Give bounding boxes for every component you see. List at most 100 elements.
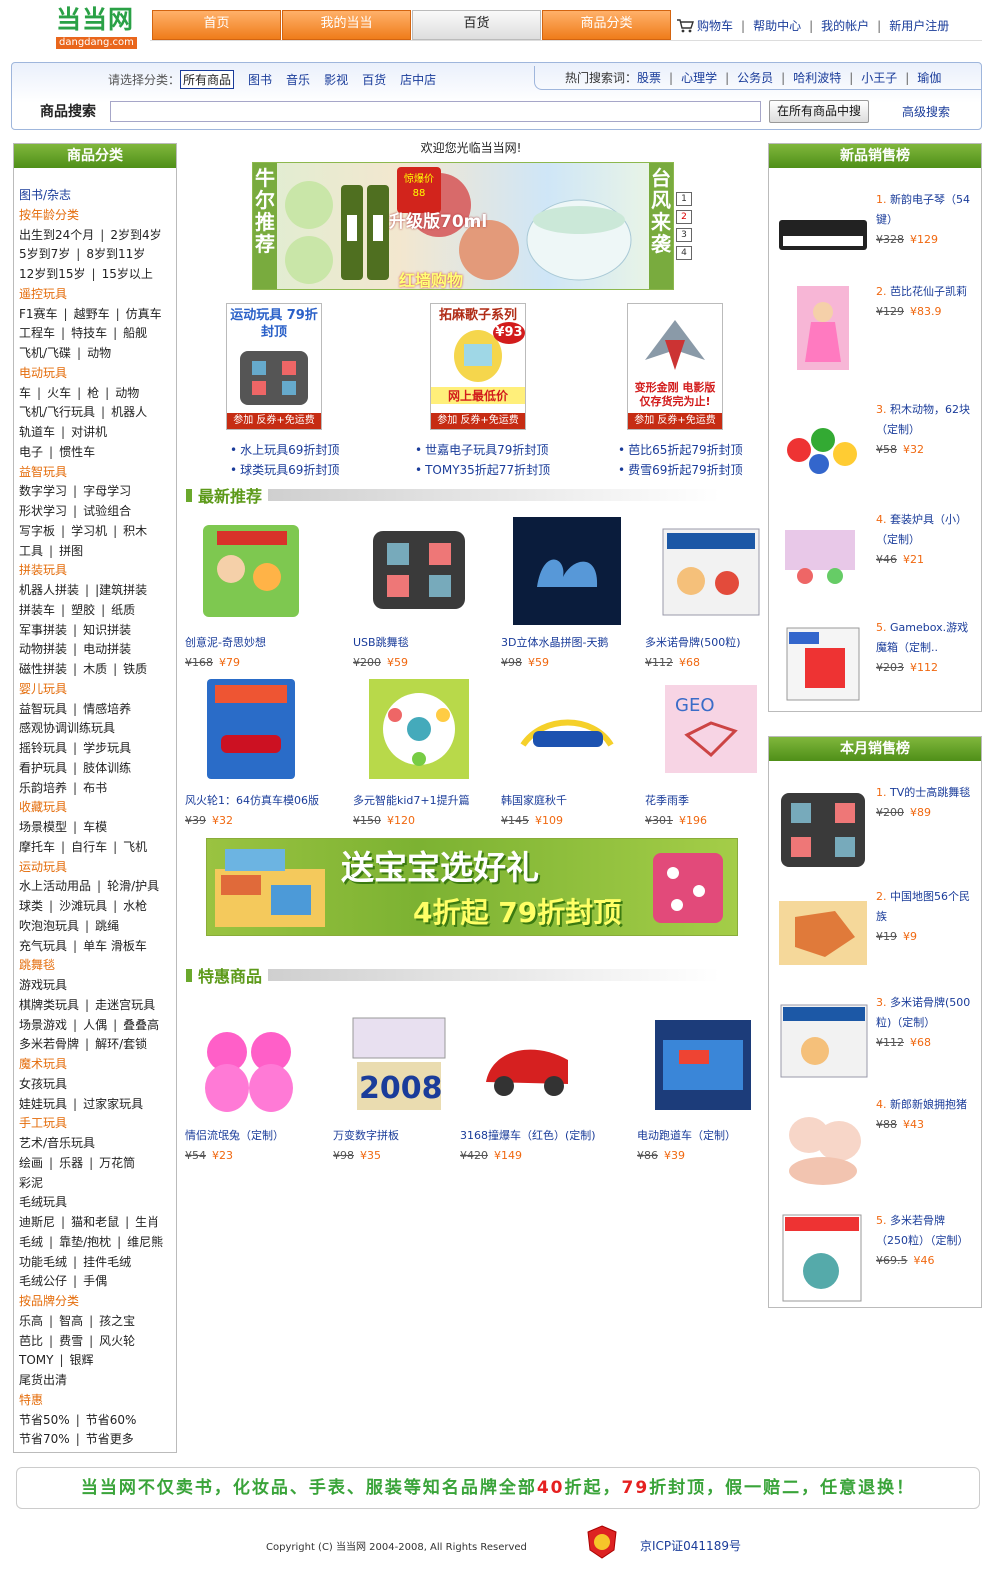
main-banner[interactable]: 牛尔推荐 惊爆价 88 升级版70ml 红墙购物 台风来袭 bbox=[252, 162, 674, 290]
category-link[interactable]: 动物 bbox=[115, 386, 139, 400]
product-image[interactable] bbox=[197, 675, 305, 783]
category-link[interactable]: 学习机 bbox=[71, 524, 107, 538]
promo-link[interactable]: 球类玩具69折封顶 bbox=[230, 460, 339, 480]
category-link[interactable]: 12岁到15岁 bbox=[19, 267, 86, 281]
product-image[interactable]: 2008 bbox=[345, 1010, 453, 1118]
product-name[interactable]: 创意泥-奇思妙想 bbox=[185, 634, 325, 650]
category-link[interactable]: 15岁以上 bbox=[102, 267, 153, 281]
product-image[interactable] bbox=[649, 1010, 757, 1118]
product-card[interactable]: 情侣流氓兔（定制） ¥54 ¥23 bbox=[185, 1010, 325, 1162]
product-name[interactable]: 情侣流氓兔（定制） bbox=[185, 1127, 325, 1143]
banner-page-1[interactable]: 1 bbox=[676, 192, 692, 206]
category-link[interactable]: 节省50% bbox=[19, 1413, 70, 1427]
category-link[interactable]: 铁质 bbox=[123, 662, 147, 676]
product-image[interactable] bbox=[472, 1010, 580, 1118]
category-link[interactable]: 纸质 bbox=[111, 603, 135, 617]
category-link[interactable]: 5岁到7岁 bbox=[19, 247, 70, 261]
category-link[interactable]: 布书 bbox=[83, 781, 107, 795]
category-link[interactable]: 情感培养 bbox=[83, 702, 131, 716]
product-card[interactable]: 电动跑道车（定制） ¥86 ¥39 bbox=[637, 1010, 777, 1162]
category-link[interactable]: TOMY bbox=[19, 1353, 53, 1367]
category-link[interactable]: 2岁到4岁 bbox=[110, 228, 161, 242]
category-link[interactable]: 写字板 bbox=[19, 524, 55, 538]
police-badge-icon[interactable] bbox=[584, 1524, 620, 1560]
ranking-product-name[interactable]: 积木动物，62块（定制） bbox=[876, 403, 970, 436]
category-link[interactable]: 试验组合 bbox=[83, 504, 131, 518]
category-link[interactable]: 多米若骨牌 bbox=[19, 1037, 79, 1051]
category-link[interactable]: 游戏玩具 bbox=[19, 978, 67, 992]
dangdang-logo[interactable]: 当当网 dangdang.com bbox=[56, 6, 146, 49]
category-shops[interactable]: 店中店 bbox=[400, 71, 436, 88]
ranking-product-name[interactable]: 芭比花仙子凯莉 bbox=[890, 285, 967, 298]
promo-link[interactable]: TOMY35折起77折封顶 bbox=[415, 460, 550, 480]
tab-home[interactable]: 首页 bbox=[152, 10, 281, 40]
category-link[interactable]: 火车 bbox=[47, 386, 71, 400]
category-link[interactable]: 吹泡泡玩具 bbox=[19, 919, 79, 933]
ranking-product-name[interactable]: 多米若骨牌（250粒）（定制） bbox=[876, 1214, 969, 1247]
ranking-product-name[interactable]: 新郎新娘拥抱猪 bbox=[890, 1098, 967, 1111]
category-link[interactable]: 飞机/飞行玩具 bbox=[19, 405, 95, 419]
category-link[interactable]: 水枪 bbox=[123, 899, 147, 913]
product-image[interactable] bbox=[365, 675, 473, 783]
ranking-product-image[interactable] bbox=[775, 887, 871, 979]
category-link[interactable]: 磁性拼装 bbox=[19, 662, 67, 676]
category-heading-link[interactable]: 电动玩具 bbox=[19, 366, 67, 380]
hot-word[interactable]: 瑜伽 bbox=[917, 69, 941, 86]
category-link[interactable]: 知识拼装 bbox=[83, 623, 131, 637]
category-link[interactable]: 益智玩具 bbox=[19, 702, 67, 716]
category-link[interactable]: 肢体训练 bbox=[83, 761, 131, 775]
category-link[interactable]: 感观协调训练玩具 bbox=[19, 721, 115, 735]
ranking-product-image[interactable] bbox=[775, 510, 871, 602]
category-link[interactable]: 越野车 bbox=[74, 307, 110, 321]
category-link[interactable]: 乐韵培养 bbox=[19, 781, 67, 795]
ranking-product-name[interactable]: 多米诺骨牌(500粒)（定制） bbox=[876, 996, 970, 1029]
category-link[interactable]: 节省更多 bbox=[86, 1432, 134, 1446]
category-books[interactable]: 图书 bbox=[248, 71, 272, 88]
category-link[interactable]: 艺术/音乐玩具 bbox=[19, 1136, 95, 1150]
hot-word[interactable]: 小王子 bbox=[861, 69, 897, 86]
product-card[interactable]: 多元智能kid7+1提升篇 ¥150 ¥120 bbox=[353, 675, 493, 827]
category-all[interactable]: 所有商品 bbox=[180, 70, 235, 89]
ranking-product-image[interactable] bbox=[775, 618, 871, 710]
hot-word[interactable]: 心理学 bbox=[681, 69, 717, 86]
product-name[interactable]: 风火轮1：64仿真车模06版 bbox=[185, 792, 325, 808]
category-link[interactable]: 电动拼装 bbox=[83, 642, 131, 656]
category-link[interactable]: 木质 bbox=[83, 662, 107, 676]
category-link[interactable]: 银辉 bbox=[70, 1353, 94, 1367]
category-link[interactable]: 惯性车 bbox=[59, 445, 95, 459]
category-link[interactable]: 娃娃玩具 bbox=[19, 1097, 67, 1111]
category-link[interactable]: 场景模型 bbox=[19, 820, 67, 834]
ranking-product-name[interactable]: Gamebox.游戏魔箱（定制.. bbox=[876, 621, 968, 654]
promo-tamagotchi[interactable]: 拓麻歌子系列 ¥93 网上最低价 参加 反券+免运费 bbox=[430, 303, 526, 430]
category-link[interactable]: 机器人 bbox=[111, 405, 147, 419]
category-link[interactable]: 芭比 bbox=[19, 1334, 43, 1348]
category-heading-link[interactable]: 按年龄分类 bbox=[19, 208, 79, 222]
search-input[interactable] bbox=[110, 101, 761, 122]
promo-link[interactable]: 世嘉电子玩具79折封顶 bbox=[415, 440, 550, 460]
hot-word[interactable]: 哈利波特 bbox=[793, 69, 841, 86]
category-link[interactable]: 学步玩具 bbox=[83, 741, 131, 755]
product-name[interactable]: 花季雨季 bbox=[645, 792, 785, 808]
category-heading-link[interactable]: 遥控玩具 bbox=[19, 287, 67, 301]
category-link[interactable]: 万花筒 bbox=[99, 1156, 135, 1170]
product-name[interactable]: 多米诺骨牌(500粒) bbox=[645, 634, 785, 650]
category-music[interactable]: 音乐 bbox=[286, 71, 310, 88]
category-link[interactable]: 单车 滑板车 bbox=[83, 939, 147, 953]
help-link[interactable]: 帮助中心 bbox=[753, 17, 801, 34]
account-link[interactable]: 我的帐户 bbox=[821, 17, 869, 34]
category-link[interactable]: 节省70% bbox=[19, 1432, 70, 1446]
category-link[interactable]: 毛绒 bbox=[19, 1235, 43, 1249]
category-link[interactable]: 塑胶 bbox=[71, 603, 95, 617]
category-link[interactable]: 彩泥 bbox=[19, 1176, 43, 1190]
category-video[interactable]: 影视 bbox=[324, 71, 348, 88]
category-link[interactable]: 动物拼装 bbox=[19, 642, 67, 656]
category-link[interactable]: 图书/杂志 bbox=[19, 188, 71, 202]
product-name[interactable]: 3D立体水晶拼图-天鹅 bbox=[501, 634, 641, 650]
category-link[interactable]: 费雪 bbox=[59, 1334, 83, 1348]
category-link[interactable]: 飞机/飞碟 bbox=[19, 346, 71, 360]
category-link[interactable]: 拼装车 bbox=[19, 603, 55, 617]
product-image[interactable] bbox=[513, 517, 621, 625]
hot-word[interactable]: 股票 bbox=[637, 69, 661, 86]
category-link[interactable]: 乐器 bbox=[59, 1156, 83, 1170]
category-link[interactable]: 女孩玩具 bbox=[19, 1077, 67, 1091]
